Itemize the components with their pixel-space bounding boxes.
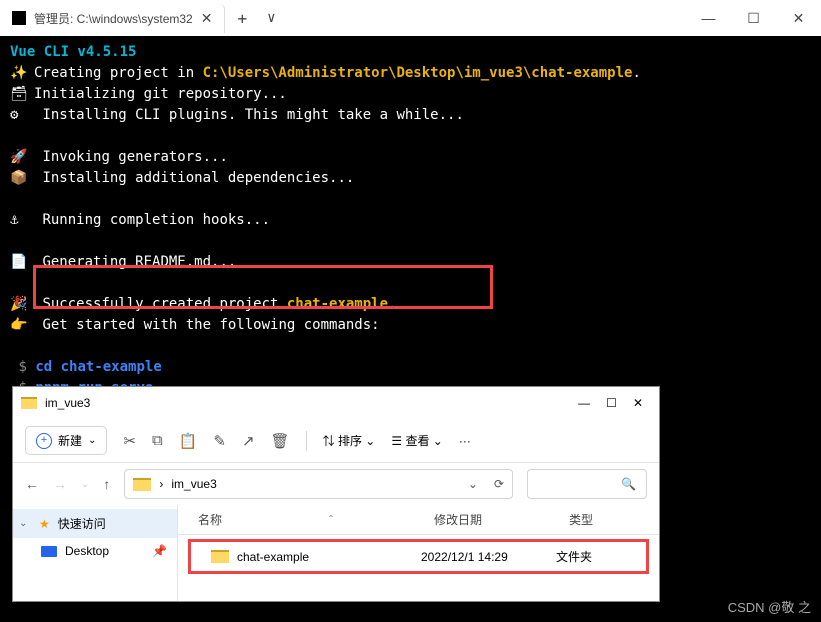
address-path[interactable]: › im_vue3 ⌄ ⟳ <box>124 469 513 499</box>
copy-icon[interactable]: ⧉ <box>152 432 163 449</box>
recent-dropdown-icon[interactable]: ⌄ <box>81 479 89 490</box>
search-icon: 🔍 <box>621 477 636 491</box>
column-date[interactable]: 修改日期 <box>434 511 569 528</box>
chevron-down-icon: ⌄ <box>19 518 31 529</box>
refresh-button[interactable]: ⟳ <box>486 477 504 491</box>
new-button[interactable]: + 新建 ⌄ <box>25 426 107 455</box>
share-icon[interactable]: ↗ <box>242 432 255 450</box>
explorer-maximize-button[interactable]: ☐ <box>606 396 617 410</box>
minimize-button[interactable]: — <box>686 0 731 36</box>
file-row-chat-example[interactable]: chat-example 2022/12/1 14:29 文件夹 <box>188 539 649 574</box>
sort-button[interactable]: ⇅ 排序 ⌄ <box>323 432 376 449</box>
terminal-icon <box>12 11 26 25</box>
paste-icon[interactable]: 📋 <box>179 432 198 450</box>
pin-icon: 📌 <box>152 544 167 558</box>
forward-button[interactable]: → <box>53 476 67 492</box>
file-type: 文件夹 <box>556 548 626 565</box>
tab-dropdown-icon[interactable]: ∨ <box>259 10 283 26</box>
more-button[interactable]: ··· <box>459 434 471 448</box>
sidebar-item-quick-access[interactable]: ⌄ ★ 快速访问 <box>13 509 177 538</box>
new-tab-button[interactable]: + <box>225 9 259 28</box>
explorer-addressbar: ← → ⌄ ↑ › im_vue3 ⌄ ⟳ 🔍 <box>13 463 659 505</box>
plus-icon: + <box>36 433 52 449</box>
delete-icon[interactable]: 🗑 <box>271 432 290 450</box>
view-button[interactable]: ☰ 查看 ⌄ <box>391 432 443 449</box>
file-explorer-window: im_vue3 — ☐ ✕ + 新建 ⌄ ✂ ⧉ 📋 ✎ ↗ 🗑 ⇅ 排序 ⌄ … <box>12 386 660 602</box>
terminal-tab[interactable]: 管理员: C:\windows\system32 ✕ <box>0 4 225 33</box>
maximize-button[interactable]: ☐ <box>731 0 776 36</box>
tab-close-icon[interactable]: ✕ <box>201 10 213 27</box>
point-icon: 👉 <box>10 315 34 336</box>
explorer-toolbar: + 新建 ⌄ ✂ ⧉ 📋 ✎ ↗ 🗑 ⇅ 排序 ⌄ ☰ 查看 ⌄ ··· <box>13 419 659 463</box>
column-type[interactable]: 类型 <box>569 511 639 528</box>
folder-icon <box>211 550 229 563</box>
column-headers: 名称ˆ 修改日期 类型 <box>178 505 659 535</box>
cmd-cd: cd chat-example <box>35 359 161 375</box>
project-path: C:\Users\Administrator\Desktop\im_vue3\c… <box>203 65 633 81</box>
file-date: 2022/12/1 14:29 <box>421 550 556 564</box>
sort-indicator-icon: ˆ <box>329 513 333 527</box>
rename-icon[interactable]: ✎ <box>213 432 226 450</box>
vue-cli-version: Vue CLI v4.5.15 <box>10 44 136 60</box>
folder-icon <box>133 478 151 491</box>
explorer-title: im_vue3 <box>45 396 90 410</box>
explorer-minimize-button[interactable]: — <box>578 396 590 410</box>
terminal-titlebar: 管理员: C:\windows\system32 ✕ + ∨ — ☐ ✕ <box>0 0 821 36</box>
git-icon: 🗃 <box>10 84 34 105</box>
column-name[interactable]: 名称ˆ <box>198 511 434 528</box>
terminal-output[interactable]: Vue CLI v4.5.15 ✨Creating project in C:\… <box>0 36 821 405</box>
project-name: chat-example <box>287 296 388 312</box>
tab-title: 管理员: C:\windows\system32 <box>34 10 193 27</box>
chevron-down-icon: ⌄ <box>88 435 96 446</box>
up-button[interactable]: ↑ <box>103 476 110 492</box>
package-icon: 📦 <box>10 168 34 189</box>
party-icon: 🎉 <box>10 294 34 315</box>
path-dropdown-icon[interactable]: ⌄ <box>468 477 478 491</box>
desktop-icon <box>41 546 57 557</box>
sidebar-item-desktop[interactable]: Desktop 📌 <box>13 538 177 564</box>
separator <box>306 431 307 451</box>
gear-icon: ⚙ <box>10 105 34 126</box>
search-input[interactable]: 🔍 <box>527 469 647 499</box>
explorer-sidebar: ⌄ ★ 快速访问 Desktop 📌 <box>13 505 178 601</box>
back-button[interactable]: ← <box>25 476 39 492</box>
prompt: $ <box>18 359 26 375</box>
explorer-titlebar[interactable]: im_vue3 — ☐ ✕ <box>13 387 659 419</box>
watermark: CSDN @敬 之 <box>728 597 811 616</box>
sparkle-icon: ✨ <box>10 63 34 84</box>
cut-icon[interactable]: ✂ <box>123 432 136 450</box>
file-name: chat-example <box>237 550 309 564</box>
explorer-close-button[interactable]: ✕ <box>633 396 643 410</box>
folder-icon <box>21 397 37 409</box>
window-controls: — ☐ ✕ <box>686 0 821 36</box>
rocket-icon: 🚀 <box>10 147 34 168</box>
path-separator: › <box>159 477 163 491</box>
anchor-icon: ⚓ <box>10 210 34 231</box>
path-segment[interactable]: im_vue3 <box>171 477 216 491</box>
explorer-window-controls: — ☐ ✕ <box>578 396 651 410</box>
file-pane: 名称ˆ 修改日期 类型 chat-example 2022/12/1 14:29… <box>178 505 659 601</box>
file-icon: 📄 <box>10 252 34 273</box>
close-button[interactable]: ✕ <box>776 0 821 36</box>
star-icon: ★ <box>39 517 50 531</box>
explorer-content: ⌄ ★ 快速访问 Desktop 📌 名称ˆ 修改日期 类型 chat-exam… <box>13 505 659 601</box>
